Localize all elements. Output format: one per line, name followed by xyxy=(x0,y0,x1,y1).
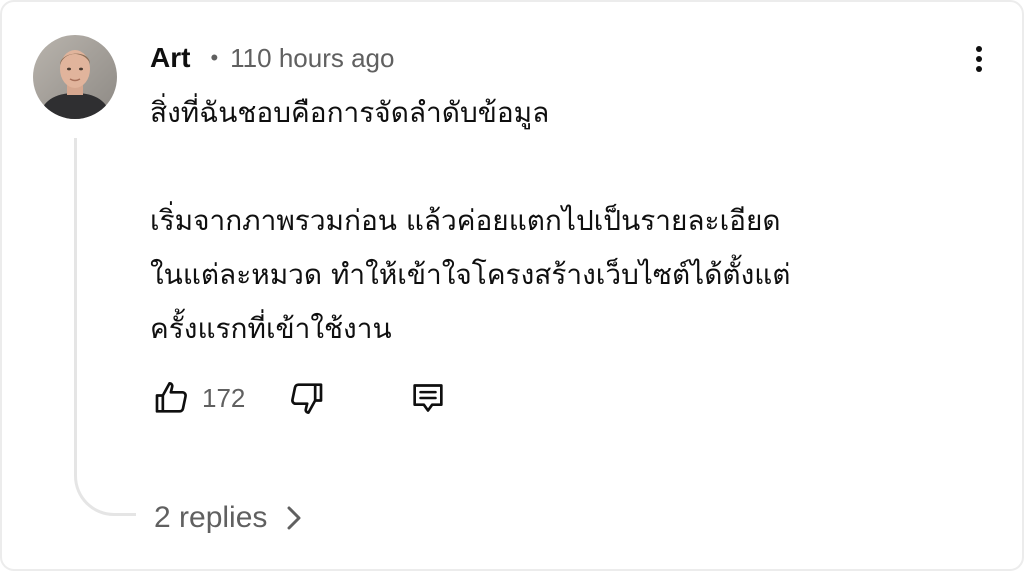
kebab-dot xyxy=(976,56,982,62)
thread-line xyxy=(74,138,136,516)
view-replies-button[interactable]: 2 replies xyxy=(154,496,303,540)
thumb-up-icon xyxy=(155,382,187,413)
comment-paragraph: สิ่งที่ฉันชอบคือการจัดลำดับข้อมูล xyxy=(150,96,550,129)
kebab-dot xyxy=(976,66,982,72)
thumb-down-icon xyxy=(291,383,323,414)
kebab-dot xyxy=(976,46,982,52)
comment-reply-icon xyxy=(413,384,443,412)
reply-button[interactable] xyxy=(406,374,450,422)
chevron-right-icon xyxy=(285,503,303,533)
header-separator: • xyxy=(210,45,219,70)
like-button[interactable] xyxy=(150,374,194,422)
avatar[interactable] xyxy=(33,35,117,119)
comment-paragraph: ในแต่ละหมวด ทำให้เข้าใจโครงสร้างเว็บไซต์… xyxy=(150,258,791,291)
comment-header: Art • 110 hours ago xyxy=(150,40,394,76)
like-count: 172 xyxy=(202,383,246,413)
timestamp[interactable]: 110 hours ago xyxy=(230,43,394,74)
comment-paragraph: ครั้งแรกที่เข้าใช้งาน xyxy=(150,312,392,345)
comment-card: Art • 110 hours ago สิ่งที่ฉันชอบคือการจ… xyxy=(0,0,1024,571)
comment-body: สิ่งที่ฉันชอบคือการจัดลำดับข้อมูล เริ่มจ… xyxy=(150,86,980,356)
comment-paragraph: เริ่มจากภาพรวมก่อน แล้วค่อยแตกไปเป็นรายล… xyxy=(150,204,781,237)
dislike-button[interactable] xyxy=(284,374,328,422)
avatar-image xyxy=(33,35,117,119)
replies-label: 2 replies xyxy=(154,501,268,534)
author-name[interactable]: Art xyxy=(150,42,190,74)
more-vert-icon[interactable] xyxy=(964,42,994,76)
